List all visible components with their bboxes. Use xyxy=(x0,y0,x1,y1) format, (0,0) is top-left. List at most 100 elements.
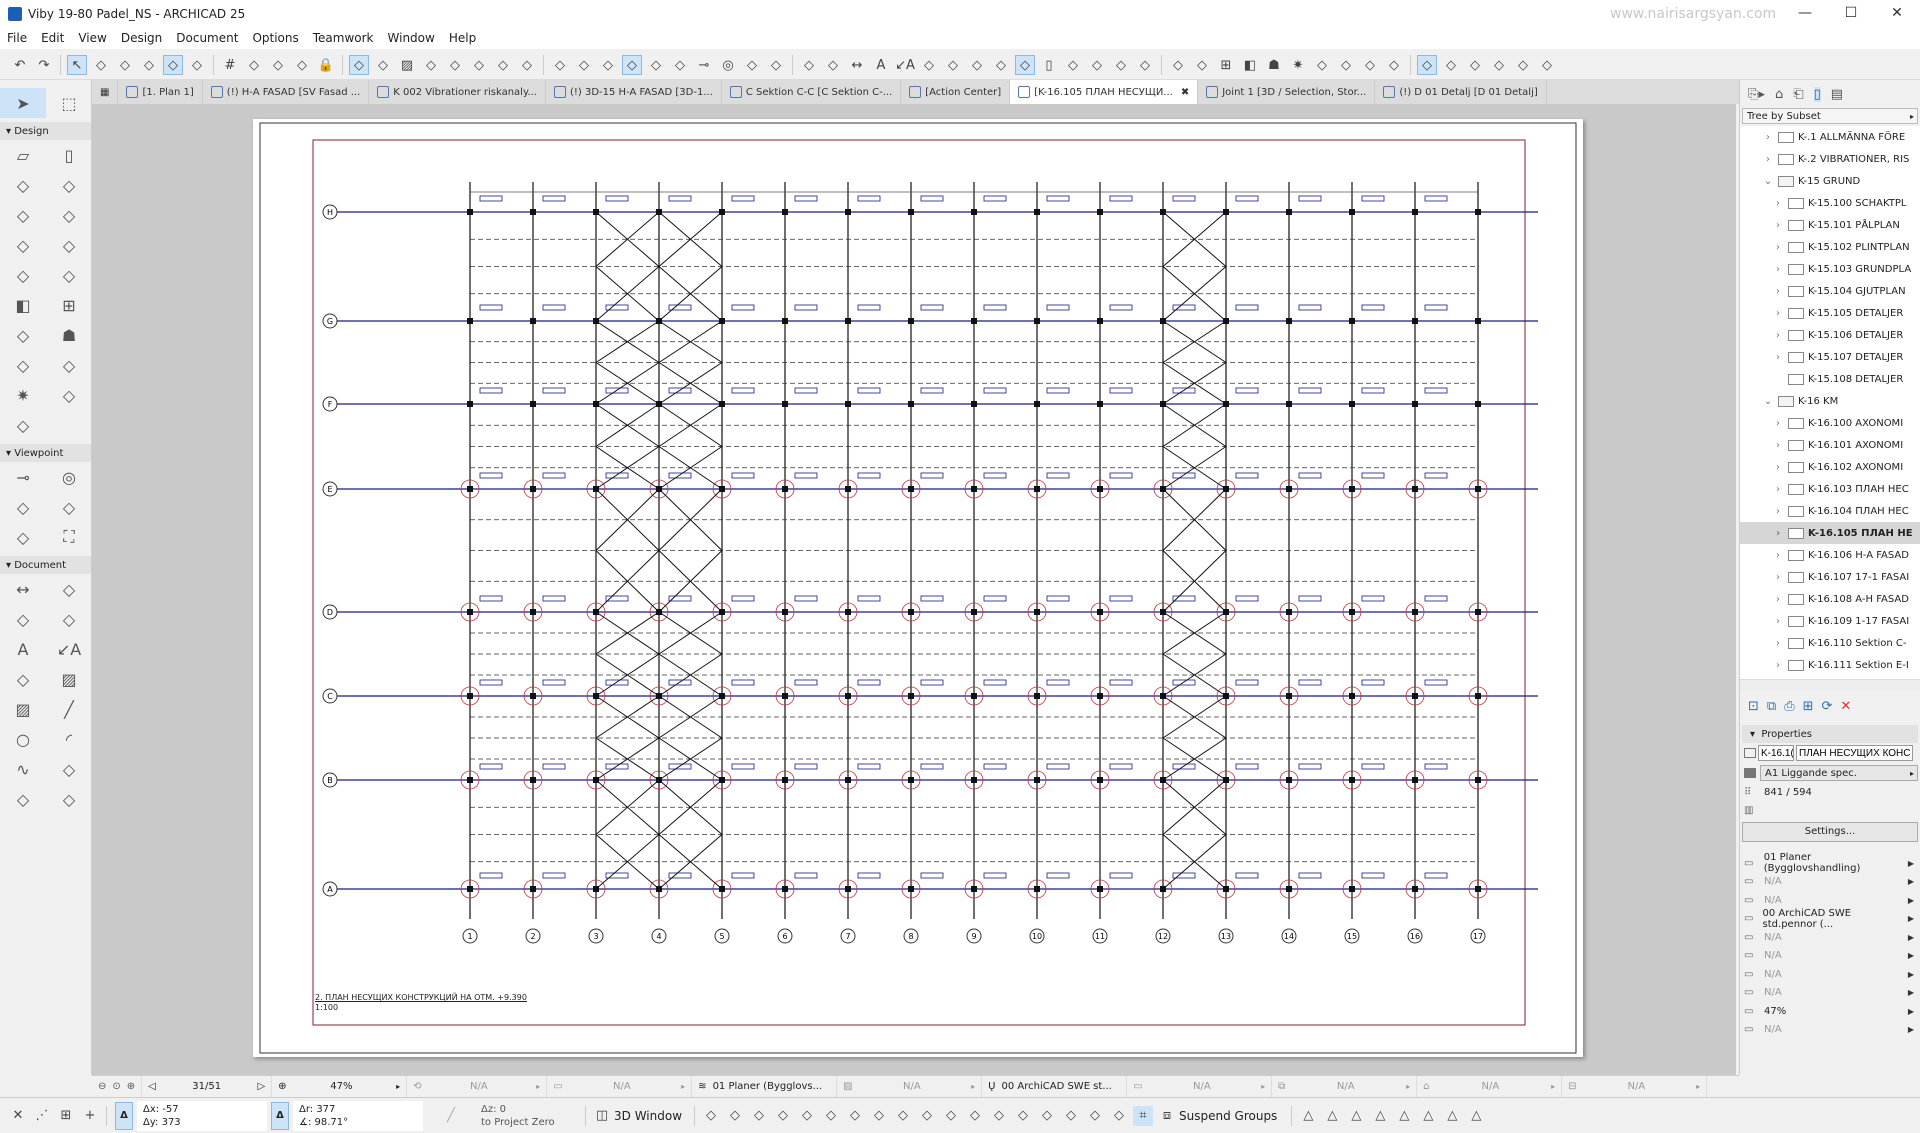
shell-icon[interactable]: ◇ xyxy=(1168,55,1188,75)
close-button[interactable]: ✕ xyxy=(1874,0,1920,27)
lamp-icon[interactable]: ✷ xyxy=(1288,55,1308,75)
measure-icon[interactable]: ◇ xyxy=(766,55,786,75)
display-mode-icon[interactable]: ◇ xyxy=(1513,55,1533,75)
close-tracker-icon[interactable]: ✕ xyxy=(8,1106,28,1126)
object-tool-icon[interactable]: ☗ xyxy=(46,320,92,350)
circle-tool-icon[interactable]: ○ xyxy=(0,724,46,754)
lock-icon[interactable]: △ xyxy=(1418,1106,1438,1126)
navigator-item[interactable]: › K-16.110 Sektion C- xyxy=(1740,632,1920,654)
mirror-icon[interactable]: △ xyxy=(1394,1106,1414,1126)
beam-tool-icon[interactable]: ◇ xyxy=(0,170,46,200)
marquee-icon[interactable]: ◇ xyxy=(163,55,183,75)
settings-button[interactable]: Settings... xyxy=(1742,822,1918,842)
roof-tool-icon[interactable]: ◇ xyxy=(0,200,46,230)
align-icon[interactable]: ◇ xyxy=(799,55,819,75)
arc-tool-icon[interactable]: ◜ xyxy=(46,724,92,754)
corner-window-tool-icon[interactable]: ◇ xyxy=(46,380,92,410)
select-3d-icon[interactable]: ◇ xyxy=(845,1106,865,1126)
partial-structure-field[interactable]: ⊟ N/A ▸ xyxy=(1562,1075,1708,1098)
teamwork-receive-icon[interactable]: ◇ xyxy=(1384,55,1404,75)
chevron-right-icon[interactable]: ▶ xyxy=(1908,1025,1914,1034)
section-tool-icon[interactable]: ⊸ xyxy=(0,462,46,492)
toolbox-design-header[interactable]: ▾ Design xyxy=(0,122,91,140)
spot-text-tool-icon[interactable]: ◇ xyxy=(0,664,46,694)
move-up-icon[interactable]: △ xyxy=(1298,1106,1318,1126)
navigator-item[interactable]: › K-16.101 AXONOMI xyxy=(1740,434,1920,456)
window-icon[interactable]: ⊞ xyxy=(1216,55,1236,75)
render-icon[interactable]: ◇ xyxy=(1085,1106,1105,1126)
worksheet-tool-icon[interactable]: ◇ xyxy=(46,492,92,522)
trim-icon[interactable]: ◇ xyxy=(550,55,570,75)
chevron-right-icon[interactable]: › xyxy=(1772,638,1784,649)
menu-options[interactable]: Options xyxy=(245,31,305,45)
elevation-icon[interactable]: ◎ xyxy=(718,55,738,75)
pen-set-icon[interactable]: ◇ xyxy=(1489,55,1509,75)
section-cut-icon[interactable]: ◇ xyxy=(821,1106,841,1126)
navigator-item[interactable]: › K-16.105 ПЛАН НЕ xyxy=(1740,522,1920,544)
cut-icon[interactable]: ◇ xyxy=(421,55,441,75)
explore-icon[interactable]: ◇ xyxy=(797,1106,817,1126)
navigator-item[interactable]: › K-15.100 SCHAKTPL xyxy=(1740,192,1920,214)
navigator-item[interactable]: › K-.2 VIBRATIONER, RIS xyxy=(1740,148,1920,170)
camera-icon[interactable]: ◇ xyxy=(1013,1106,1033,1126)
navigator-item[interactable]: › K-15.104 GJUTPLAN xyxy=(1740,280,1920,302)
radial-dimension-tool-icon[interactable]: ◇ xyxy=(0,604,46,634)
delete-icon[interactable]: ✕ xyxy=(1840,699,1851,714)
column-icon[interactable]: ▯ xyxy=(1039,55,1059,75)
reference-level[interactable]: to Project Zero xyxy=(481,1116,581,1129)
mesh-tool-icon[interactable]: ◇ xyxy=(46,260,92,290)
tab-3[interactable]: (!) 3D-15 H-A FASAD [3D-1... xyxy=(546,80,722,104)
property-row[interactable]: ▭ 47% ▶ xyxy=(1740,1002,1920,1021)
property-row[interactable]: ▭ N/A ▶ xyxy=(1740,891,1920,910)
chevron-down-icon[interactable]: ⌄ xyxy=(1762,396,1774,407)
lamp-tool-icon[interactable]: ✷ xyxy=(0,380,46,410)
property-row[interactable]: ▭ N/A ▶ xyxy=(1740,947,1920,966)
chevron-right-icon[interactable]: › xyxy=(1772,528,1784,539)
chevron-right-icon[interactable]: › xyxy=(1772,616,1784,627)
pen-set-field[interactable]: Ų 00 ArchiCAD SWE st... xyxy=(982,1075,1128,1098)
door-tool-icon[interactable]: ◧ xyxy=(0,290,46,320)
navigator-item[interactable]: ⌄ K-16 KM xyxy=(1740,390,1920,412)
paintbrush-icon[interactable]: ◇ xyxy=(965,1106,985,1126)
line-tool-icon[interactable]: ╱ xyxy=(46,694,92,724)
clone-icon[interactable]: ⧉ xyxy=(1767,699,1776,714)
chevron-right-icon[interactable]: ▶ xyxy=(1908,1007,1914,1016)
rotate-icon[interactable]: ◇ xyxy=(445,55,465,75)
chevron-right-icon[interactable]: › xyxy=(1772,198,1784,209)
menu-view[interactable]: View xyxy=(71,31,113,45)
chevron-right-icon[interactable]: › xyxy=(1772,286,1784,297)
move-down-icon[interactable]: △ xyxy=(1370,1106,1390,1126)
walk-icon[interactable]: ◇ xyxy=(773,1106,793,1126)
chevron-right-icon[interactable]: › xyxy=(1772,352,1784,363)
drawing-icon[interactable]: ◇ xyxy=(742,55,762,75)
chevron-right-icon[interactable]: › xyxy=(1772,506,1784,517)
mirror-icon[interactable]: ◇ xyxy=(469,55,489,75)
group-icon[interactable]: △ xyxy=(1466,1106,1486,1126)
object-icon[interactable]: ☗ xyxy=(1264,55,1284,75)
angle-dimension-tool-icon[interactable]: ◇ xyxy=(46,604,92,634)
property-row[interactable]: ▭ 01 Planer (Bygglovshandling) ▶ xyxy=(1740,852,1920,874)
tab-close-icon[interactable]: ✖ xyxy=(1181,87,1189,98)
wall-end-tool-icon[interactable]: ◇ xyxy=(0,410,46,440)
navigator-item[interactable]: › K-15.101 PÅLPLAN xyxy=(1740,214,1920,236)
navigator-item[interactable]: › K-16.106 H-A FASAD xyxy=(1740,544,1920,566)
chevron-right-icon[interactable]: ▶ xyxy=(1908,877,1914,886)
chevron-right-icon[interactable]: › xyxy=(1772,330,1784,341)
unlock-icon[interactable]: △ xyxy=(1442,1106,1462,1126)
navigator-item[interactable]: › K-15.102 PLINTPLAN xyxy=(1740,236,1920,258)
zoom-out-icon[interactable]: ⊖ xyxy=(98,1081,106,1092)
layout-name-input[interactable] xyxy=(1796,745,1913,761)
sun-icon[interactable]: ◇ xyxy=(1109,1106,1129,1126)
house-icon[interactable]: ◇ xyxy=(1061,1106,1081,1126)
chevron-right-icon[interactable]: › xyxy=(1772,440,1784,451)
beam-icon[interactable]: ◇ xyxy=(1015,55,1035,75)
morph-icon[interactable]: ◇ xyxy=(1135,55,1155,75)
menu-teamwork[interactable]: Teamwork xyxy=(306,31,381,45)
menu-edit[interactable]: Edit xyxy=(34,31,71,45)
layout-book-icon[interactable]: ▯ xyxy=(1813,86,1821,102)
navigator-tree[interactable]: › K-.1 ALLMÄNNA FÖRE › K-.2 VIBRATIONER, RI… xyxy=(1740,126,1920,679)
new-layout-icon[interactable]: ⊡ xyxy=(1748,699,1759,714)
dimension-tool-icon[interactable]: ↔ xyxy=(0,574,46,604)
chevron-right-icon[interactable]: ▶ xyxy=(1908,988,1914,997)
save-view-icon[interactable]: ⎙ xyxy=(1784,699,1794,714)
